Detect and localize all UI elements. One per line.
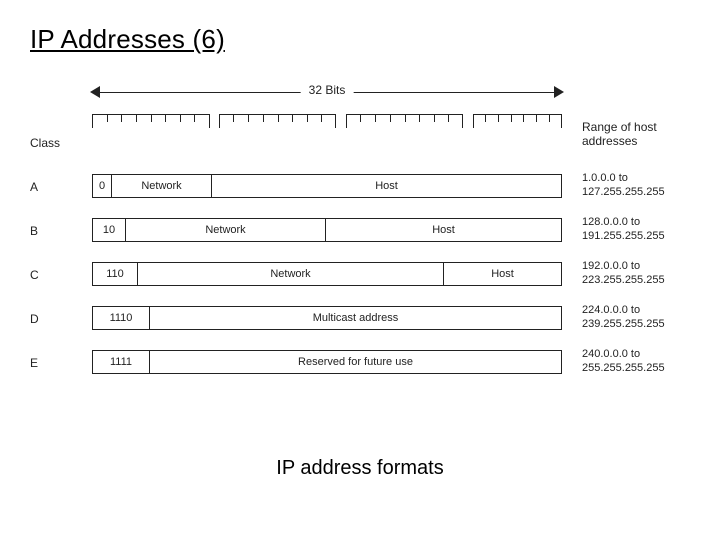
class-label: E xyxy=(30,356,50,370)
range-from: 224.0.0.0 to xyxy=(582,304,640,316)
class-rows: A 0 Network Host 1.0.0.0 to 127.255.255.… xyxy=(30,170,690,390)
class-label: D xyxy=(30,312,50,326)
range-to: 255.255.255.255 xyxy=(582,362,665,374)
ruler-tick xyxy=(434,114,435,122)
class-e-range: 240.0.0.0 to 255.255.255.255 xyxy=(582,348,665,376)
range-from: 128.0.0.0 to xyxy=(582,216,640,228)
network-seg: Network xyxy=(112,174,212,198)
class-label: A xyxy=(30,180,50,194)
ruler-tick xyxy=(390,114,391,122)
ruler-tick xyxy=(549,114,550,122)
class-b-range: 128.0.0.0 to 191.255.255.255 xyxy=(582,216,665,244)
class-column-header: Class xyxy=(30,136,60,150)
ruler-tick xyxy=(121,114,122,122)
class-row-c: C 110 Network Host 192.0.0.0 to 223.255.… xyxy=(30,258,690,302)
class-b-bar: 10 Network Host xyxy=(92,218,562,242)
ruler-tick xyxy=(107,114,108,122)
range-from: 192.0.0.0 to xyxy=(582,260,640,272)
prefix-seg: 10 xyxy=(92,218,126,242)
ruler-tick xyxy=(419,114,420,122)
caption: IP address formats xyxy=(276,457,443,480)
ruler-tick xyxy=(360,114,361,122)
class-row-a: A 0 Network Host 1.0.0.0 to 127.255.255.… xyxy=(30,170,690,214)
range-to: 239.255.255.255 xyxy=(582,318,665,330)
prefix-seg: 1111 xyxy=(92,350,150,374)
class-row-d: D 1110 Multicast address 224.0.0.0 to 23… xyxy=(30,302,690,346)
ruler-tick xyxy=(523,114,524,122)
arrow-left-icon xyxy=(90,86,100,98)
prefix-seg: 1110 xyxy=(92,306,150,330)
prefix-seg: 0 xyxy=(92,174,112,198)
class-d-bar: 1110 Multicast address xyxy=(92,306,562,330)
ruler-tick xyxy=(136,114,137,122)
range-column-header: Range of host addresses xyxy=(582,120,657,149)
class-d-range: 224.0.0.0 to 239.255.255.255 xyxy=(582,304,665,332)
ip-format-diagram: 32 Bits Clas xyxy=(30,80,690,390)
ruler-tick xyxy=(233,114,234,122)
host-seg: Host xyxy=(326,218,562,242)
ruler-tick xyxy=(498,114,499,122)
reserved-seg: Reserved for future use xyxy=(150,350,562,374)
ruler-tick xyxy=(536,114,537,122)
ruler-tick xyxy=(448,114,449,122)
bits-width-arrow: 32 Bits xyxy=(92,80,562,106)
ruler-tick xyxy=(307,114,308,122)
bit-ruler xyxy=(92,110,562,128)
range-from: 1.0.0.0 to xyxy=(582,172,628,184)
ruler-tick xyxy=(511,114,512,122)
range-to: 127.255.255.255 xyxy=(582,186,665,198)
range-to: 191.255.255.255 xyxy=(582,230,665,242)
page-title: IP Addresses (6) xyxy=(30,24,225,55)
range-from: 240.0.0.0 to xyxy=(582,348,640,360)
range-header-line1: Range of host xyxy=(582,120,657,134)
prefix-seg: 110 xyxy=(92,262,138,286)
bits-label: 32 Bits xyxy=(301,83,354,97)
class-a-bar: 0 Network Host xyxy=(92,174,562,198)
ruler-tick xyxy=(194,114,195,122)
class-label: C xyxy=(30,268,50,282)
class-row-e: E 1111 Reserved for future use 240.0.0.0… xyxy=(30,346,690,390)
ruler-tick xyxy=(278,114,279,122)
class-c-range: 192.0.0.0 to 223.255.255.255 xyxy=(582,260,665,288)
ruler-tick xyxy=(375,114,376,122)
ruler-tick xyxy=(165,114,166,122)
host-seg: Host xyxy=(444,262,562,286)
class-a-range: 1.0.0.0 to 127.255.255.255 xyxy=(582,172,665,200)
ruler-tick xyxy=(180,114,181,122)
host-seg: Host xyxy=(212,174,562,198)
class-c-bar: 110 Network Host xyxy=(92,262,562,286)
class-e-bar: 1111 Reserved for future use xyxy=(92,350,562,374)
arrow-right-icon xyxy=(554,86,564,98)
ruler-tick xyxy=(321,114,322,122)
range-header-line2: addresses xyxy=(582,134,637,148)
ruler-tick xyxy=(248,114,249,122)
range-to: 223.255.255.255 xyxy=(582,274,665,286)
multicast-seg: Multicast address xyxy=(150,306,562,330)
class-label: B xyxy=(30,224,50,238)
ruler-tick xyxy=(263,114,264,122)
network-seg: Network xyxy=(138,262,444,286)
ruler-tick xyxy=(405,114,406,122)
ruler-tick xyxy=(151,114,152,122)
network-seg: Network xyxy=(126,218,326,242)
ruler-tick xyxy=(292,114,293,122)
class-row-b: B 10 Network Host 128.0.0.0 to 191.255.2… xyxy=(30,214,690,258)
ruler-tick xyxy=(485,114,486,122)
